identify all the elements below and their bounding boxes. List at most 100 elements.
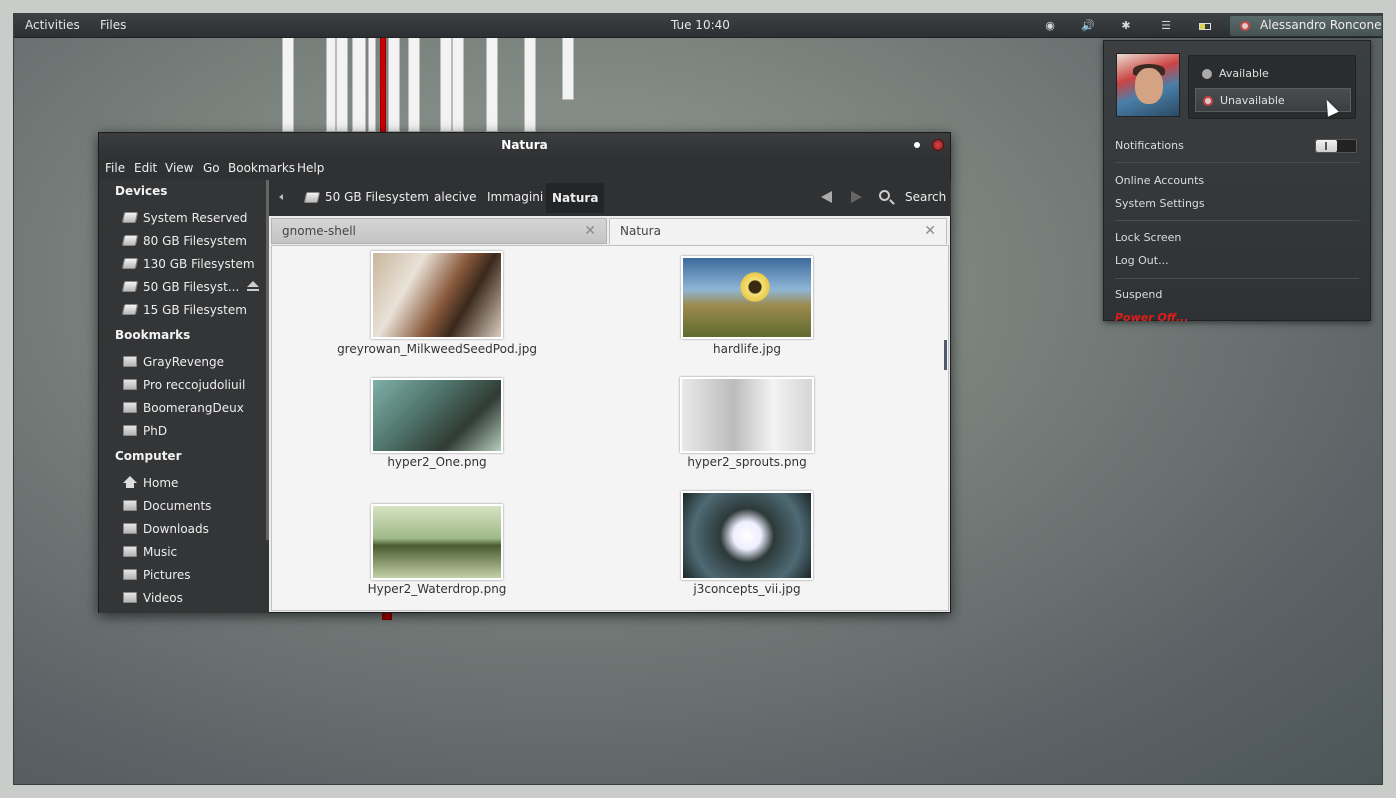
search-button[interactable]: Search [905,190,946,204]
folder-icon [123,379,137,390]
sidebar-item-grayrevenge[interactable]: GrayRevenge [123,353,263,373]
file-manager-window: Natura File Edit View Go Bookmarks Help … [98,132,951,613]
sidebar-item-label: Videos [143,591,183,605]
close-window-button[interactable] [932,139,944,151]
back-arrow-icon[interactable] [821,191,832,203]
sidebar-item-label: Pictures [143,568,191,582]
folder-icon [123,425,137,436]
sidebar-item-15gb[interactable]: 15 GB Filesystem [121,301,263,321]
close-tab-icon[interactable]: ✕ [924,223,936,239]
file-name[interactable]: hardlife.jpg [637,342,857,356]
tab-natura[interactable]: Natura ✕ [609,218,947,244]
drive-icon [121,212,139,223]
menu-view[interactable]: View [165,161,193,175]
unavailable-status-icon [1203,96,1213,106]
log-out-item[interactable]: Log Out... [1115,254,1169,267]
sidebar-item-music[interactable]: Music [123,543,263,563]
folder-icon [123,356,137,367]
sidebar-item-pictures[interactable]: Pictures [123,566,263,586]
menu-file[interactable]: File [105,161,125,175]
sidebar-item-pro[interactable]: Pro reccojudoliuil [123,376,263,396]
system-settings-item[interactable]: System Settings [1115,197,1205,210]
file-thumbnail[interactable] [371,378,503,453]
tab-gnome-shell[interactable]: gnome-shell ✕ [271,218,607,244]
file-name[interactable]: hyper2_sprouts.png [637,455,857,469]
drive-icon [121,281,139,292]
top-bar: Activities Files Tue 10:40 ◉ 🔊 ✱ ☰ Aless… [14,14,1382,38]
user-name: Alessandro Roncone [1260,18,1382,32]
sidebar-item-system-reserved[interactable]: System Reserved [121,209,263,229]
suspend-item[interactable]: Suspend [1115,288,1162,301]
sidebar-item-label: BoomerangDeux [143,401,244,415]
bluetooth-icon[interactable]: ✱ [1119,19,1133,33]
avatar[interactable] [1116,53,1180,117]
wallpaper-stripe [382,612,392,620]
sidebar-item-downloads[interactable]: Downloads [123,520,263,540]
file-thumbnail[interactable] [681,256,813,339]
accessibility-icon[interactable]: ◉ [1043,19,1057,33]
notifications-toggle[interactable] [1315,139,1357,153]
sidebar-item-home[interactable]: Home [123,474,263,494]
tab-bar: gnome-shell ✕ Natura ✕ [271,218,949,246]
sidebar-item-boomerangdeux[interactable]: BoomerangDeux [123,399,263,419]
sidebar-item-label: PhD [143,424,168,438]
window-title: Natura [501,138,548,152]
activities-button[interactable]: Activities [25,18,80,32]
file-thumbnail[interactable] [371,504,503,580]
crumb-immagini[interactable]: Immagini [487,190,543,204]
battery-icon[interactable] [1198,19,1212,33]
eject-icon[interactable] [247,281,259,291]
file-view: greyrowan_MilkweedSeedPod.jpg hardlife.j… [271,245,949,611]
user-menu-button[interactable]: Alessandro Roncone [1230,16,1382,36]
wifi-icon[interactable]: ☰ [1159,19,1173,33]
user-menu: Available Unavailable Notifications Onli… [1103,40,1371,324]
file-name[interactable]: j3concepts_vii.jpg [637,582,857,596]
sidebar-item-label: Home [143,476,179,490]
sidebar-item-phd[interactable]: PhD [123,422,263,442]
sidebar-item-50gb[interactable]: 50 GB Filesyst... [121,278,263,298]
power-off-item[interactable]: Power Off... [1115,311,1189,324]
app-menu-files[interactable]: Files [100,18,126,32]
lock-screen-item[interactable]: Lock Screen [1115,231,1181,244]
menu-edit[interactable]: Edit [134,161,157,175]
volume-icon[interactable]: 🔊 [1081,19,1095,33]
status-available-label: Available [1219,67,1269,80]
clock[interactable]: Tue 10:40 [671,18,730,32]
tab-label: gnome-shell [282,224,356,238]
separator [1115,278,1359,279]
status-available[interactable]: Available [1195,62,1351,86]
file-name[interactable]: Hyper2_Waterdrop.png [327,582,547,596]
menu-help[interactable]: Help [297,161,324,175]
sidebar-item-80gb[interactable]: 80 GB Filesystem [121,232,263,252]
sidebar-item-videos[interactable]: Videos [123,589,263,609]
crumb-filesystem[interactable]: 50 GB Filesystem [325,190,429,204]
forward-arrow-icon[interactable] [851,191,862,203]
menu-go[interactable]: Go [203,161,220,175]
file-thumbnail[interactable] [680,377,814,453]
drive-icon [121,258,139,269]
folder-icon [123,402,137,413]
online-accounts-item[interactable]: Online Accounts [1115,174,1204,187]
file-name[interactable]: hyper2_One.png [327,455,547,469]
sidebar-item-documents[interactable]: Documents [123,497,263,517]
sidebar-item-130gb[interactable]: 130 GB Filesystem [121,255,263,275]
crumb-natura[interactable]: Natura [546,183,605,213]
sidebar-item-label: 130 GB Filesystem [143,257,255,271]
file-name[interactable]: greyrowan_MilkweedSeedPod.jpg [327,342,547,356]
sidebar-item-label: System Reserved [143,211,248,225]
notifications-label: Notifications [1115,139,1184,152]
window-titlebar[interactable]: Natura [99,133,950,158]
close-tab-icon[interactable]: ✕ [584,223,596,239]
home-icon [123,476,137,488]
status-unavailable-label: Unavailable [1220,94,1285,107]
menu-bookmarks[interactable]: Bookmarks [228,161,295,175]
search-icon[interactable] [879,190,890,201]
path-scroll-left-icon[interactable] [279,194,283,200]
content-scrollbar[interactable] [944,340,947,370]
minimize-icon[interactable] [914,142,920,148]
file-thumbnail[interactable] [371,251,503,339]
sidebar-item-label: Documents [143,499,212,513]
sidebar-scrollbar[interactable] [266,180,269,540]
file-thumbnail[interactable] [681,491,813,580]
crumb-alecive[interactable]: alecive [434,190,477,204]
